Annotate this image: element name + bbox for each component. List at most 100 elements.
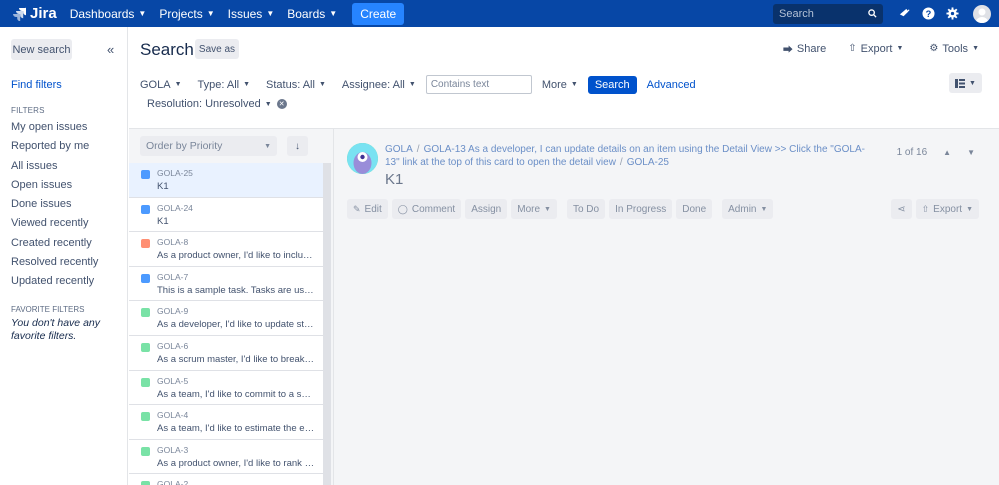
story-type-icon — [141, 308, 150, 318]
chevron-down-icon: ▼ — [264, 142, 271, 150]
chevron-down-icon: ▼ — [896, 45, 904, 52]
story-type-icon — [141, 377, 150, 387]
breadcrumb: GOLA / GOLA-13 As a developer, I can updat… — [385, 144, 865, 168]
resolution-filter[interactable]: Resolution: Unresolved ▼ ✕ — [147, 98, 287, 110]
issue-list-item[interactable]: GOLA-4 As a team, I'd like to estimate th… — [129, 405, 323, 440]
assign-button[interactable]: Assign — [465, 199, 508, 219]
more-actions-button[interactable]: More ▼ — [511, 199, 557, 219]
page-title: Search — [140, 40, 194, 59]
settings-gear-icon[interactable] — [945, 7, 959, 21]
user-avatar[interactable] — [973, 4, 991, 23]
filter-viewed-recently[interactable]: Viewed recently — [11, 216, 98, 235]
issue-key: GOLA-7 — [157, 271, 189, 282]
export-button[interactable]: ⇧ Export ▼ — [848, 41, 907, 56]
chevron-down-icon: ▼ — [266, 9, 275, 18]
save-as-button[interactable]: Save as — [195, 39, 239, 59]
done-button[interactable]: Done — [676, 199, 713, 219]
issue-list-item[interactable]: GOLA-7 This is a sample task. Tasks are u… — [129, 266, 323, 302]
project-filter[interactable]: GOLA ▼ — [140, 79, 182, 91]
filter-done-issues[interactable]: Done issues — [11, 197, 98, 216]
filter-all-issues[interactable]: All issues — [11, 159, 98, 178]
top-right-controls: Search ? — [773, 0, 999, 27]
search-placeholder: Search — [779, 7, 814, 20]
nav-boards[interactable]: Boards ▼ — [287, 7, 337, 21]
issue-summary: K1 — [157, 181, 169, 192]
pager-position: 1 of 16 — [896, 147, 928, 158]
issue-list-item[interactable]: GOLA-3 As a product owner, I'd like to ra… — [129, 439, 323, 475]
nav-label: Projects — [159, 6, 203, 21]
notifications-icon[interactable] — [897, 7, 911, 21]
in-progress-button[interactable]: In Progress — [609, 199, 673, 219]
story-type-icon — [141, 446, 150, 456]
edit-label: Edit — [364, 203, 382, 215]
status-filter-label: Status: All — [266, 78, 315, 91]
issue-list-item[interactable]: GOLA-24 K1 — [129, 197, 323, 233]
nav-label: Boards — [287, 6, 326, 21]
issue-summary: As a product owner, I'd like to include … — [157, 250, 315, 262]
breadcrumb-project[interactable]: GOLA — [385, 144, 413, 155]
issue-summary: As a product owner, I'd like to rank sto… — [157, 457, 315, 469]
chevron-up-icon[interactable]: ▲ — [943, 148, 951, 157]
edit-button[interactable]: ✎ Edit — [347, 199, 388, 219]
issue-key: GOLA-9 — [157, 306, 189, 317]
issue-list-item[interactable]: GOLA-5 As a team, I'd like to commit to a… — [129, 370, 323, 406]
list-scrollbar[interactable] — [323, 163, 331, 485]
more-label: More — [517, 203, 541, 215]
share-icon: ⮕ — [782, 45, 793, 56]
advanced-search-link[interactable]: Advanced — [647, 79, 696, 91]
new-search-button[interactable]: New search — [11, 39, 72, 60]
type-filter[interactable]: Type: All ▼ — [198, 79, 251, 91]
assignee-filter[interactable]: Assignee: All ▼ — [342, 79, 416, 91]
comment-icon: ◯ — [397, 203, 408, 214]
nav-issues[interactable]: Issues ▼ — [228, 7, 275, 21]
issue-list-item[interactable]: GOLA-25 K1 — [129, 163, 323, 198]
filters-sidebar: New search « Find filters FILTERS My ope… — [0, 27, 128, 485]
global-search-input[interactable]: Search — [773, 3, 883, 24]
filter-open-issues[interactable]: Open issues — [11, 178, 98, 197]
filter-updated-recently[interactable]: Updated recently — [11, 274, 98, 293]
admin-button[interactable]: Admin ▼ — [722, 199, 774, 219]
nav-projects[interactable]: Projects ▼ — [159, 7, 214, 21]
issue-key: GOLA-8 — [157, 237, 189, 248]
search-button[interactable]: Search — [587, 75, 637, 94]
pencil-icon: ✎ — [353, 203, 361, 214]
order-by-dropdown[interactable]: Order by Priority ▼ — [140, 136, 277, 156]
logo-text: Jira — [30, 5, 57, 22]
share-label: Share — [796, 42, 827, 55]
breadcrumb-parent-issue[interactable]: GOLA-13 As a developer, I can update det… — [385, 144, 865, 168]
sort-direction-button[interactable]: ↓ — [287, 136, 308, 156]
contains-text-input[interactable]: Contains text — [425, 75, 532, 94]
share-button[interactable]: ⮕ Share — [782, 41, 827, 57]
layout-switcher-button[interactable]: ▼ — [949, 73, 982, 93]
more-filters[interactable]: More ▼ — [542, 79, 578, 91]
issue-list-item[interactable]: GOLA-9 As a developer, I'd like to update… — [129, 301, 323, 336]
chevron-down-icon: ▼ — [966, 205, 973, 213]
export-issue-label: Export — [933, 203, 963, 215]
create-button[interactable]: Create — [352, 2, 405, 25]
help-icon[interactable]: ? — [921, 7, 935, 21]
issue-summary: As a team, I'd like to estimate the effo… — [157, 423, 315, 435]
tools-button[interactable]: ⚙ Tools ▼ — [929, 41, 983, 56]
filter-resolved-recently[interactable]: Resolved recently — [11, 255, 98, 274]
jira-logo[interactable]: Jira — [12, 5, 57, 22]
filter-my-open-issues[interactable]: My open issues — [11, 120, 98, 139]
comment-button[interactable]: ◯ Comment — [391, 199, 462, 219]
issue-summary-title[interactable]: K1 — [385, 171, 403, 188]
collapse-sidebar-icon[interactable]: « — [107, 42, 114, 57]
find-filters-link[interactable]: Find filters — [11, 79, 62, 91]
nav-dashboards[interactable]: Dashboards ▼ — [70, 7, 147, 21]
issue-list-item[interactable]: GOLA-6 As a scrum master, I'd like to bre… — [129, 335, 323, 371]
chevron-down-icon[interactable]: ▼ — [967, 148, 975, 157]
clear-filter-icon[interactable]: ✕ — [276, 99, 287, 109]
export-issue-button[interactable]: ⇧ Export ▼ — [915, 199, 979, 219]
share-issue-button[interactable]: ⋖ — [891, 199, 912, 219]
filter-reported-by-me[interactable]: Reported by me — [11, 139, 98, 158]
status-filter[interactable]: Status: All ▼ — [266, 79, 326, 91]
issue-key: GOLA-4 — [157, 410, 189, 421]
list-view-icon — [955, 78, 966, 88]
issue-list-item[interactable]: GOLA-2 — [129, 474, 323, 485]
to-do-button[interactable]: To Do — [566, 199, 606, 219]
filter-created-recently[interactable]: Created recently — [11, 236, 98, 255]
issue-list-item[interactable]: GOLA-8 As a product owner, I'd like to in… — [129, 232, 323, 267]
breadcrumb-issue-key[interactable]: GOLA-25 — [627, 157, 669, 168]
